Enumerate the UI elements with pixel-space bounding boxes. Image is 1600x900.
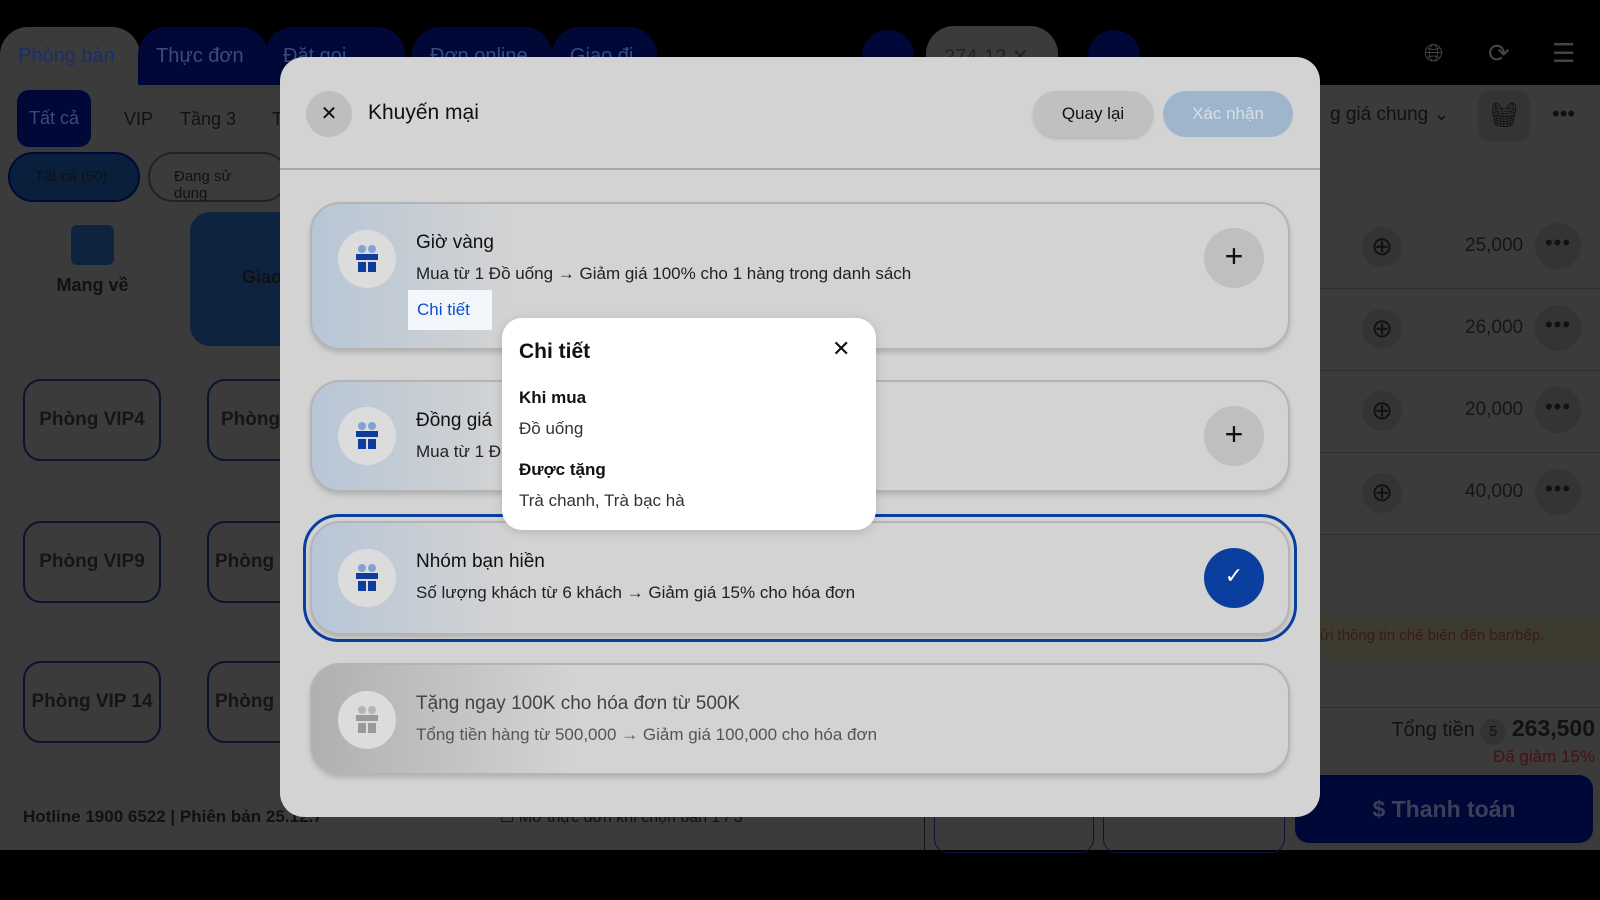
close-icon[interactable]: ✕ bbox=[306, 91, 352, 137]
footer-info: Hotline 1900 6522 | Phiên bản 25.12.7 bbox=[23, 807, 323, 826]
more-icon[interactable]: ••• bbox=[1535, 387, 1581, 433]
takeaway-label: Mang về bbox=[56, 275, 129, 295]
order-row[interactable]: ⊕ 25,000 ••• bbox=[1320, 207, 1600, 289]
notice-text: ửi thông tin chế biến đến bar/bếp. bbox=[1320, 627, 1545, 644]
price: 25,000 bbox=[1465, 235, 1524, 256]
gift-icon bbox=[338, 230, 396, 288]
add-circle-icon[interactable]: ⊕ bbox=[1362, 473, 1402, 513]
popover-title: Chi tiết bbox=[519, 340, 591, 363]
promo-desc: Mua từ 1 Đ bbox=[416, 442, 502, 461]
divider bbox=[1320, 707, 1600, 708]
status-in-use[interactable]: Đang sử dụng bbox=[148, 152, 288, 202]
room-tile[interactable]: Phòng VIP9 bbox=[23, 521, 161, 603]
dialog-header: ✕ Khuyến mại Quay lại Xác nhận bbox=[280, 57, 1320, 170]
checkout-button[interactable]: $ Thanh toán bbox=[1295, 775, 1593, 843]
add-circle-icon[interactable]: ⊕ bbox=[1362, 391, 1402, 431]
room-label: Phòng bbox=[215, 691, 275, 712]
add-circle-icon[interactable]: ⊕ bbox=[1362, 227, 1402, 267]
condition-label: Khi mua bbox=[519, 388, 587, 407]
price: 40,000 bbox=[1465, 481, 1524, 502]
price-list-label: g giá chung bbox=[1330, 104, 1429, 125]
add-promo-button[interactable]: + bbox=[1204, 406, 1264, 466]
status-label: Đang sử dụng bbox=[174, 168, 232, 202]
gift-icon bbox=[338, 549, 396, 607]
basket-icon[interactable]: 🧺︎ bbox=[1478, 90, 1530, 142]
promo-title: Giờ vàng bbox=[416, 232, 494, 253]
hotline: Hotline 1900 6522 bbox=[23, 807, 166, 826]
filter-label: Tầng 3 bbox=[180, 109, 237, 129]
confirm-button[interactable]: Xác nhận bbox=[1163, 91, 1293, 137]
shopping-bag-icon bbox=[71, 225, 114, 265]
filter-label: VIP bbox=[124, 109, 154, 129]
more-icon[interactable]: ••• bbox=[1535, 469, 1581, 515]
status-all[interactable]: Tất cả (50) bbox=[8, 152, 140, 202]
add-promo-button[interactable]: + bbox=[1204, 228, 1264, 288]
takeaway-tile[interactable]: Mang về bbox=[30, 225, 155, 296]
globe-icon[interactable]: 🌐︎ bbox=[1424, 40, 1443, 68]
price: 26,000 bbox=[1465, 317, 1524, 338]
room-label: Phòng VIP9 bbox=[39, 551, 145, 572]
dollar-icon: $ bbox=[1372, 796, 1386, 822]
room-label: Phòng VIP 14 bbox=[31, 691, 153, 712]
delivery-label: Giao bbox=[242, 267, 283, 287]
order-row[interactable]: ⊕ 26,000 ••• bbox=[1320, 289, 1600, 371]
room-label: Phòng bbox=[221, 409, 281, 430]
promo-title: Nhóm bạn hiền bbox=[416, 551, 545, 572]
back-button[interactable]: Quay lại bbox=[1033, 91, 1153, 137]
refresh-icon[interactable]: ⟳ bbox=[1488, 38, 1510, 69]
detail-popover: Chi tiết ✕ Khi mua Đồ uống Được tặng Trà… bbox=[502, 318, 876, 530]
price: 20,000 bbox=[1465, 399, 1524, 420]
detail-link[interactable]: Chi tiết bbox=[408, 290, 492, 330]
more-icon[interactable]: ••• bbox=[1535, 223, 1581, 269]
close-icon[interactable]: ✕ bbox=[832, 336, 850, 362]
promo-desc: Số lượng khách từ 6 khách → Giảm giá 15%… bbox=[416, 583, 856, 602]
status-label: Tất cả (50) bbox=[35, 168, 108, 185]
filter-vip[interactable]: VIP bbox=[112, 99, 165, 140]
dialog-title: Khuyến mại bbox=[368, 101, 479, 124]
kitchen-notice: ửi thông tin chế biến đến bar/bếp. bbox=[1320, 615, 1600, 659]
discount-label: Đã giảm 15% bbox=[1492, 747, 1595, 766]
promo-title: Đồng giá bbox=[416, 410, 493, 431]
tab-thuc-don[interactable]: Thực đơn bbox=[138, 27, 268, 85]
check-icon[interactable]: ✓ bbox=[1204, 548, 1264, 608]
price-list-select[interactable]: g giá chung ⌄ bbox=[1330, 103, 1449, 126]
promo-title: Tặng ngay 100K cho hóa đơn từ 500K bbox=[416, 693, 741, 714]
room-tile[interactable]: Phòng VIP 14 bbox=[23, 661, 161, 743]
total-label: Tổng tiền bbox=[1391, 719, 1475, 741]
promo-desc: Tổng tiền hàng từ 500,000 → Giảm giá 100… bbox=[416, 725, 878, 744]
order-row[interactable]: ⊕ 20,000 ••• bbox=[1320, 371, 1600, 453]
menu-icon[interactable]: ☰ bbox=[1552, 38, 1575, 69]
add-circle-icon[interactable]: ⊕ bbox=[1362, 309, 1402, 349]
more-icon[interactable]: ••• bbox=[1552, 101, 1575, 127]
gift-icon bbox=[338, 691, 396, 749]
gift-icon bbox=[338, 407, 396, 465]
promo-card-disabled: Tặng ngay 100K cho hóa đơn từ 500K Tổng … bbox=[310, 663, 1290, 775]
checkout-label: Thanh toán bbox=[1391, 796, 1516, 822]
gift-value: Trà chanh, Trà bạc hà bbox=[519, 491, 685, 510]
tab-label: Phòng bàn bbox=[18, 45, 115, 67]
quantity-badge: 5 bbox=[1480, 719, 1507, 745]
room-tile[interactable]: Phòng VIP4 bbox=[23, 379, 161, 461]
promo-desc: Mua từ 1 Đồ uống → Giảm giá 100% cho 1 h… bbox=[416, 264, 912, 283]
condition-value: Đồ uống bbox=[519, 419, 584, 438]
room-label: Phòng bbox=[215, 551, 275, 572]
order-row[interactable]: ⊕ 40,000 ••• bbox=[1320, 453, 1600, 535]
total-amount: 263,500 bbox=[1511, 715, 1595, 741]
tab-label: Thực đơn bbox=[156, 45, 244, 67]
total-area: Tổng tiền 5 263,500 bbox=[1391, 715, 1595, 745]
promo-card-selected[interactable]: Nhóm bạn hiền Số lượng khách từ 6 khách … bbox=[310, 521, 1290, 635]
more-icon[interactable]: ••• bbox=[1535, 305, 1581, 351]
filter-all[interactable]: Tất cả bbox=[17, 90, 92, 147]
gift-label: Được tặng bbox=[519, 460, 606, 479]
filter-tang-3[interactable]: Tầng 3 bbox=[168, 99, 248, 140]
filter-label: Tất cả bbox=[29, 108, 80, 128]
tab-phong-ban[interactable]: Phòng bàn bbox=[0, 27, 140, 85]
room-label: Phòng VIP4 bbox=[39, 409, 145, 430]
